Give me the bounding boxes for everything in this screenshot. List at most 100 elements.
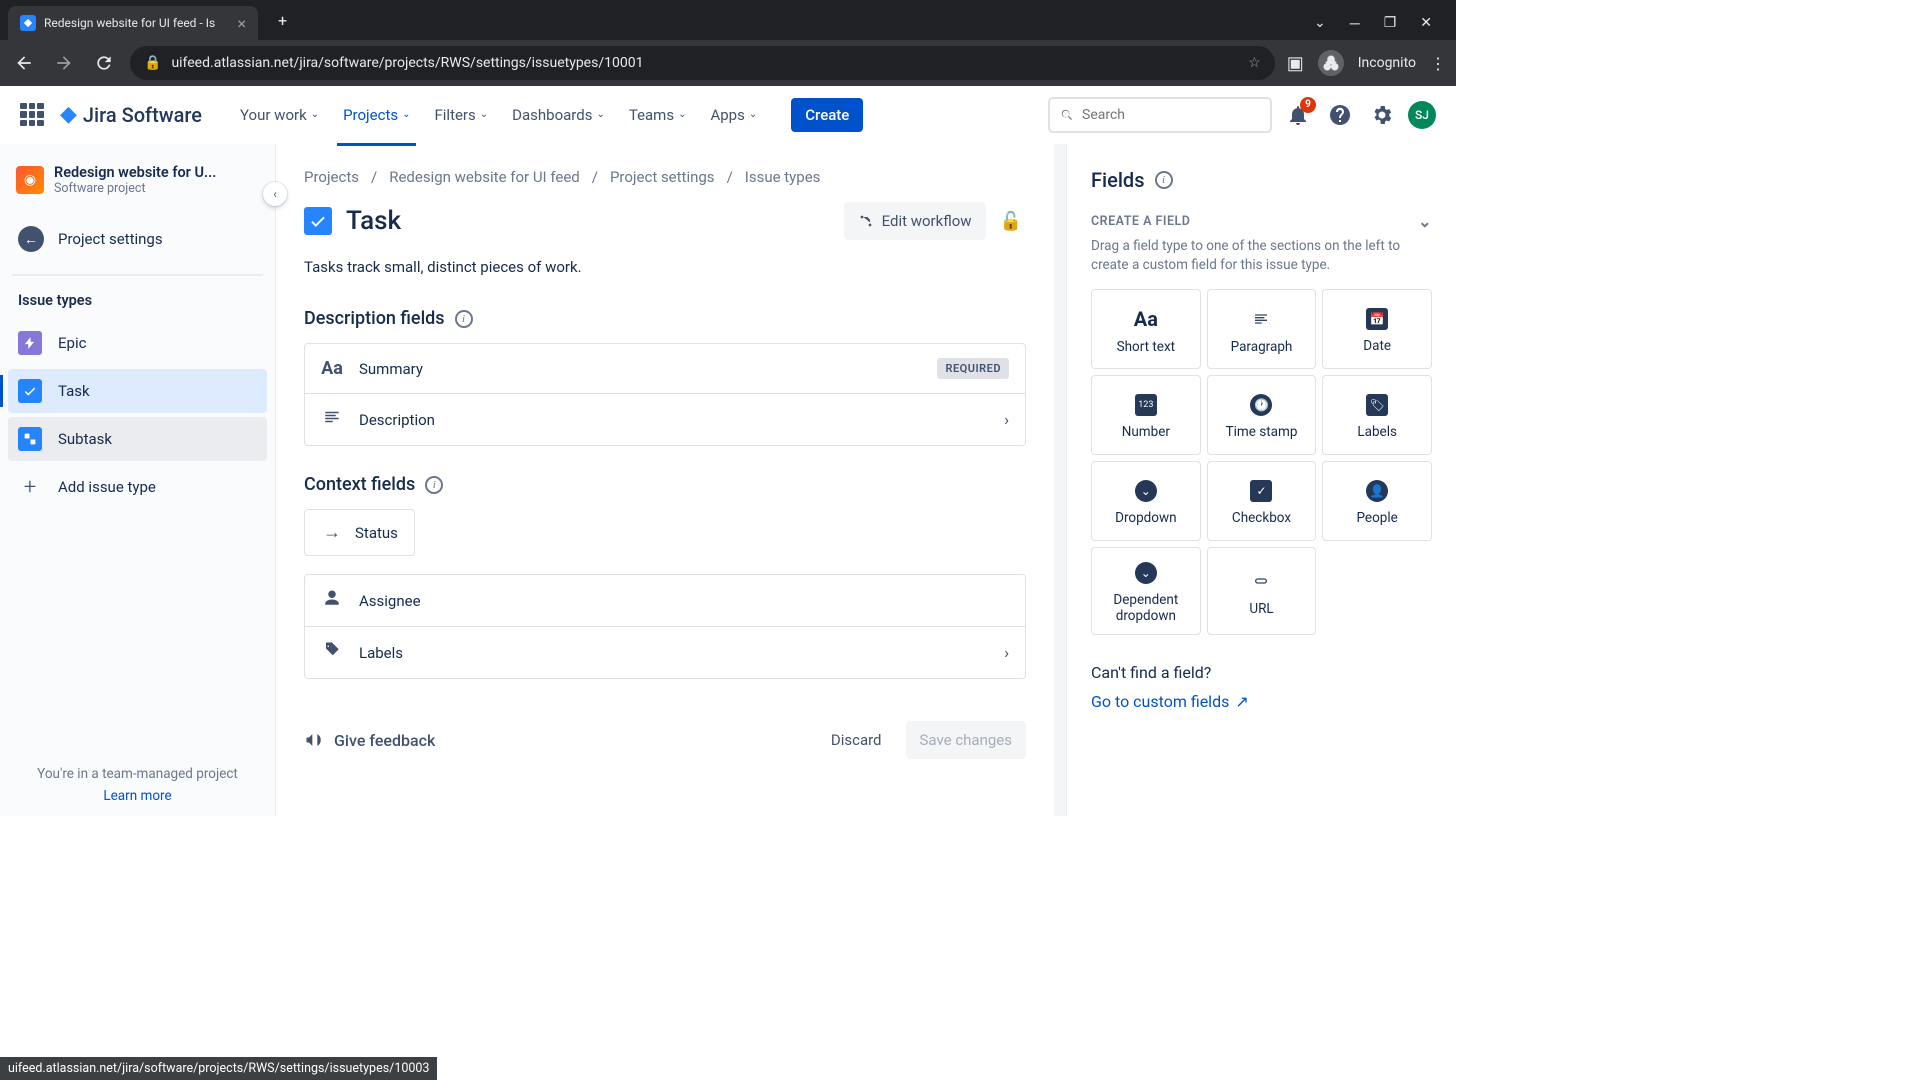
field-type-checkbox[interactable]: ✓Checkbox <box>1207 461 1317 541</box>
browser-status-tooltip: uifeed.atlassian.net/jira/software/proje… <box>0 1057 437 1080</box>
back-to-settings[interactable]: ← Project settings <box>8 216 267 262</box>
paragraph-icon <box>1251 307 1271 331</box>
nav-your-work[interactable]: Your work⌄ <box>230 100 329 130</box>
browser-menu-icon[interactable]: ⋮ <box>1430 54 1446 73</box>
url-text: uifeed.atlassian.net/jira/software/proje… <box>171 55 1238 71</box>
primary-nav: Your work⌄ Projects⌄ Filters⌄ Dashboards… <box>230 100 767 130</box>
field-labels[interactable]: Labels › <box>305 626 1025 678</box>
scrollbar[interactable] <box>1054 144 1066 816</box>
jira-favicon <box>20 15 36 31</box>
maximize-icon[interactable]: ❐ <box>1384 15 1397 32</box>
chevron-down-icon: ⌄ <box>596 109 604 120</box>
context-fields-group: Assignee Labels › <box>304 574 1026 679</box>
cant-find-label: Can't find a field? <box>1091 663 1432 682</box>
jira-logo[interactable]: ◆ Jira Software <box>60 102 202 127</box>
app-header: ◆ Jira Software Your work⌄ Projects⌄ Fil… <box>0 86 1456 144</box>
app-switcher-icon[interactable] <box>20 103 44 127</box>
jira-logo-text: Jira Software <box>83 103 202 127</box>
crumb-issuetypes[interactable]: Issue types <box>745 168 821 186</box>
field-status[interactable]: → Status <box>304 509 415 556</box>
create-button[interactable]: Create <box>791 98 863 132</box>
discard-button[interactable]: Discard <box>819 721 894 759</box>
learn-more-link[interactable]: Learn more <box>8 788 267 804</box>
crumb-project[interactable]: Redesign website for UI feed <box>389 168 580 186</box>
unlock-icon[interactable]: 🔓 <box>996 207 1026 236</box>
new-tab-button[interactable]: + <box>270 5 295 36</box>
nav-filters[interactable]: Filters⌄ <box>424 100 498 130</box>
field-description[interactable]: Description › <box>305 393 1025 445</box>
link-icon <box>1251 569 1271 593</box>
back-arrow-icon: ← <box>18 226 44 252</box>
chevron-down-icon: ⌄ <box>402 109 410 120</box>
edit-workflow-button[interactable]: Edit workflow <box>844 202 986 240</box>
field-type-people[interactable]: 👤People <box>1322 461 1432 541</box>
sidebar-add-issue-type[interactable]: + Add issue type <box>8 465 267 509</box>
field-type-paragraph[interactable]: Paragraph <box>1207 289 1317 369</box>
sidebar: ‹ ◉ Redesign website for U... Software p… <box>0 144 276 816</box>
field-type-labels[interactable]: 🏷Labels <box>1322 375 1432 455</box>
field-type-dropdown[interactable]: ⌄Dropdown <box>1091 461 1201 541</box>
fields-panel: Fields i CREATE A FIELD ⌄ Drag a field t… <box>1066 144 1456 816</box>
close-tab-icon[interactable]: × <box>237 14 246 33</box>
text-icon: Aa <box>321 358 343 379</box>
address-bar-right: ▣ Incognito ⋮ <box>1287 50 1446 76</box>
field-type-date[interactable]: 📅Date <box>1322 289 1432 369</box>
task-icon <box>18 379 42 403</box>
custom-fields-link[interactable]: Go to custom fields ↗ <box>1091 692 1432 711</box>
forward-button[interactable] <box>50 49 78 77</box>
chevron-right-icon: › <box>1004 410 1009 429</box>
info-icon[interactable]: i <box>425 476 443 494</box>
nav-apps[interactable]: Apps⌄ <box>700 100 767 130</box>
browser-tab[interactable]: Redesign website for UI feed - Is × <box>8 6 258 40</box>
close-window-icon[interactable]: ✕ <box>1420 15 1432 32</box>
field-type-short-text[interactable]: AaShort text <box>1091 289 1201 369</box>
url-field[interactable]: 🔒 uifeed.atlassian.net/jira/software/pro… <box>130 46 1275 80</box>
settings-icon[interactable] <box>1366 99 1398 131</box>
info-icon[interactable]: i <box>1155 171 1173 189</box>
description-fields-group: Aa Summary REQUIRED Description › <box>304 343 1026 446</box>
reload-button[interactable] <box>90 49 118 77</box>
tab-dropdown-icon[interactable]: ⌄ <box>1314 15 1326 32</box>
give-feedback-button[interactable]: Give feedback <box>304 730 435 750</box>
field-summary[interactable]: Aa Summary REQUIRED <box>305 344 1025 393</box>
address-bar: 🔒 uifeed.atlassian.net/jira/software/pro… <box>0 40 1456 86</box>
sidebar-item-task[interactable]: Task <box>8 369 267 413</box>
sidebar-item-subtask[interactable]: Subtask <box>8 417 267 461</box>
extensions-icon[interactable]: ▣ <box>1287 53 1304 74</box>
incognito-icon[interactable] <box>1318 50 1344 76</box>
minimize-icon[interactable]: ─ <box>1350 15 1360 32</box>
plus-icon: + <box>18 475 42 499</box>
nav-dashboards[interactable]: Dashboards⌄ <box>502 100 615 130</box>
search-input[interactable] <box>1082 107 1260 123</box>
project-header[interactable]: ◉ Redesign website for U... Software pro… <box>8 164 267 216</box>
project-type: Software project <box>54 181 216 196</box>
help-icon[interactable] <box>1324 99 1356 131</box>
issue-description: Tasks track small, distinct pieces of wo… <box>304 258 1026 276</box>
back-button[interactable] <box>10 49 38 77</box>
field-assignee[interactable]: Assignee <box>305 575 1025 626</box>
create-field-toggle[interactable]: CREATE A FIELD ⌄ <box>1091 212 1432 231</box>
text-icon: Aa <box>1134 307 1158 331</box>
field-type-url[interactable]: URL <box>1207 547 1317 635</box>
user-avatar[interactable]: SJ <box>1408 101 1436 129</box>
chevron-down-icon: ⌄ <box>311 109 319 120</box>
nav-projects[interactable]: Projects⌄ <box>333 100 420 130</box>
tag-icon <box>321 641 343 664</box>
sidebar-item-epic[interactable]: Epic <box>8 321 267 365</box>
field-type-number[interactable]: 123Number <box>1091 375 1201 455</box>
nav-teams[interactable]: Teams⌄ <box>619 100 697 130</box>
epic-icon <box>18 331 42 355</box>
paragraph-icon <box>321 408 343 431</box>
crumb-settings[interactable]: Project settings <box>610 168 715 186</box>
bookmark-star-icon[interactable]: ☆ <box>1248 55 1261 71</box>
browser-chrome: Redesign website for UI feed - Is × + ⌄ … <box>0 0 1456 86</box>
chevron-right-icon: › <box>1004 643 1009 662</box>
crumb-projects[interactable]: Projects <box>304 168 359 186</box>
field-type-dependent-dropdown[interactable]: ⌄Dependent dropdown <box>1091 547 1201 635</box>
info-icon[interactable]: i <box>455 310 473 328</box>
search-icon <box>1060 107 1074 123</box>
workflow-icon <box>858 213 874 229</box>
search-box[interactable] <box>1048 97 1272 133</box>
field-type-timestamp[interactable]: 🕐Time stamp <box>1207 375 1317 455</box>
notifications-icon[interactable]: 9 <box>1282 99 1314 131</box>
